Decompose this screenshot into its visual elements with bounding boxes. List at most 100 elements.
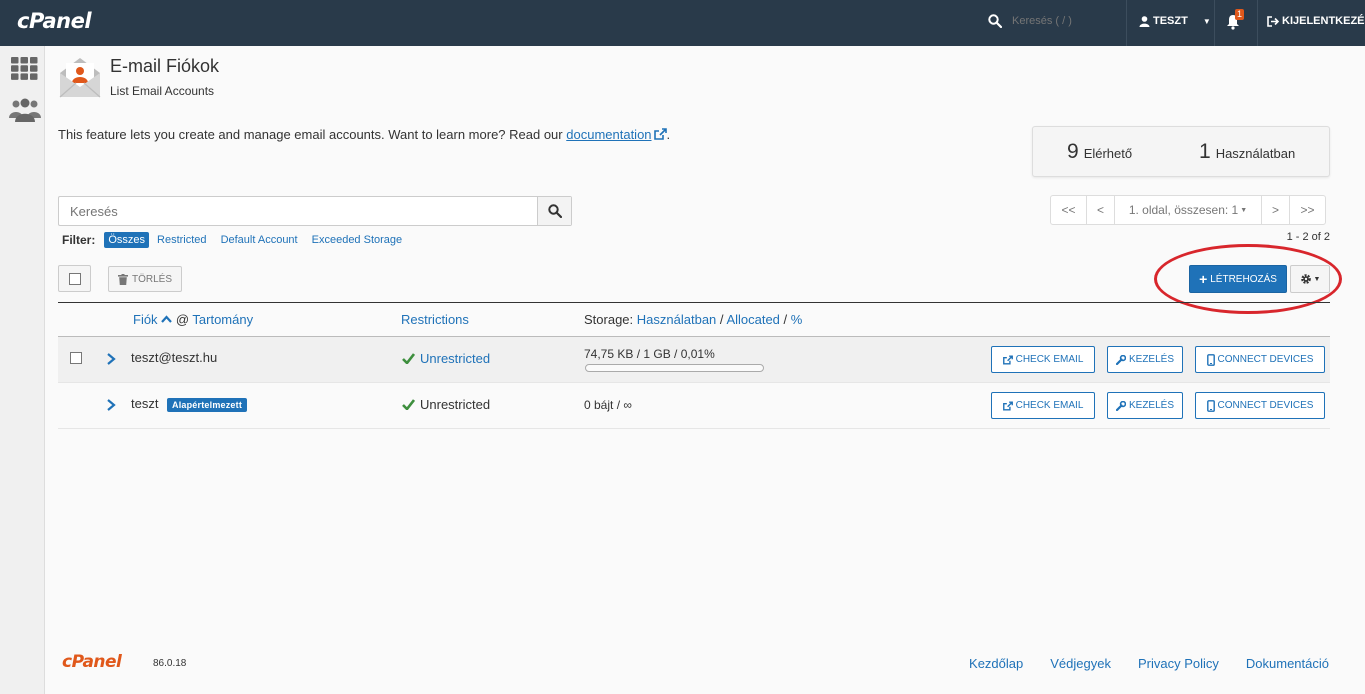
- notification-count-badge: 1: [1235, 9, 1245, 20]
- first-page-button[interactable]: <<: [1050, 195, 1087, 225]
- manage-button[interactable]: KEZELÉS: [1107, 346, 1183, 373]
- mobile-phone-icon: [1206, 353, 1215, 366]
- used-label: Használatban: [1215, 146, 1296, 161]
- checkmark-icon: [402, 353, 415, 364]
- logout-icon: [1267, 15, 1279, 27]
- logout-label: KIJELENTKEZÉS: [1282, 15, 1365, 27]
- storage-percent-sort[interactable]: %: [791, 312, 803, 327]
- wrench-icon: [1115, 354, 1126, 365]
- domain-column-header[interactable]: Tartomány: [192, 312, 253, 327]
- manage-button[interactable]: KEZELÉS: [1107, 392, 1183, 419]
- restrictions-column-header[interactable]: Restrictions: [401, 312, 469, 327]
- chevron-down-icon: ▼: [1313, 275, 1321, 283]
- filter-exceeded-storage[interactable]: Exceeded Storage: [312, 234, 403, 246]
- external-link-icon[interactable]: [653, 128, 667, 140]
- email-accounts-icon: [59, 58, 101, 98]
- sort-ascending-icon: [161, 315, 173, 323]
- account-column-header[interactable]: Fiók @ Tartomány: [133, 312, 253, 327]
- username-label: TESZT: [1153, 15, 1188, 27]
- topbar-divider: [1214, 0, 1215, 46]
- plus-icon: +: [1199, 271, 1208, 287]
- external-link-icon: [1002, 354, 1013, 365]
- chevron-down-icon: ▼: [1240, 206, 1248, 214]
- chevron-down-icon: ▼: [1202, 16, 1211, 26]
- filter-all[interactable]: Összes: [104, 232, 150, 248]
- intro-text: This feature lets you create and manage …: [58, 127, 671, 142]
- email-accounts-table: Fiók @ Tartomány Restrictions Storage: H…: [58, 302, 1330, 429]
- prev-page-button[interactable]: <: [1086, 195, 1115, 225]
- table-row: teszt@teszt.hu Unrestricted 74,75 KB / 1…: [58, 337, 1330, 383]
- search-button[interactable]: [537, 197, 571, 225]
- connect-devices-button[interactable]: CONNECT DEVICES: [1195, 346, 1325, 373]
- mobile-phone-icon: [1206, 399, 1215, 412]
- storage-usage-text: 0 bájt / ∞: [584, 398, 632, 412]
- footer-link-privacy[interactable]: Privacy Policy: [1138, 656, 1219, 671]
- storage-used-sort[interactable]: Használatban: [637, 312, 717, 327]
- select-all-checkbox[interactable]: [58, 265, 91, 292]
- filter-bar: Filter: Összes Restricted Default Accoun…: [62, 232, 402, 248]
- available-stat: 9 Elérhető: [1067, 140, 1132, 164]
- footer-links: Kezdőlap Védjegyek Privacy Policy Dokume…: [969, 656, 1329, 671]
- footer-link-trademarks[interactable]: Védjegyek: [1050, 656, 1111, 671]
- filter-default-account[interactable]: Default Account: [221, 234, 298, 246]
- users-group-icon[interactable]: [9, 98, 41, 122]
- next-page-button[interactable]: >: [1261, 195, 1290, 225]
- table-header: Fiók @ Tartomány Restrictions Storage: H…: [58, 302, 1330, 337]
- documentation-link[interactable]: documentation: [566, 127, 651, 142]
- account-address: teszt@teszt.hu: [131, 350, 218, 365]
- version-number: 86.0.18: [153, 658, 187, 669]
- used-count: 1: [1199, 140, 1211, 163]
- global-search[interactable]: [988, 14, 1122, 28]
- apps-grid-icon[interactable]: [11, 57, 38, 80]
- footer-cpanel-logo: cPanel: [62, 652, 122, 672]
- account-address: teszt: [131, 396, 159, 411]
- storage-column-header: Storage: Használatban / Allocated / %: [584, 312, 803, 327]
- check-email-button[interactable]: CHECK EMAIL: [991, 346, 1095, 373]
- restriction-link[interactable]: Unrestricted: [420, 351, 490, 366]
- chevron-right-icon[interactable]: [105, 350, 117, 368]
- left-sidebar: [0, 46, 45, 694]
- notifications-button[interactable]: 1: [1226, 9, 1246, 33]
- used-stat: 1 Használatban: [1199, 140, 1295, 164]
- filter-label: Filter:: [62, 233, 96, 247]
- account-search-input[interactable]: [59, 197, 538, 225]
- restriction-status[interactable]: Unrestricted: [402, 351, 490, 366]
- pagination: << < 1. oldal, összesen: 1 ▼ > >>: [1050, 195, 1326, 225]
- storage-usage-text: 74,75 KB / 1 GB / 0,01%: [584, 347, 715, 361]
- account-stats-panel: 9 Elérhető 1 Használatban: [1032, 126, 1330, 177]
- create-label: LÉTREHOZÁS: [1210, 273, 1277, 285]
- restriction-label: Unrestricted: [420, 397, 491, 412]
- page-subtitle: List Email Accounts: [110, 84, 215, 98]
- user-menu[interactable]: TESZT ▼: [1139, 15, 1211, 27]
- checkbox-square: [69, 273, 81, 285]
- page-select-label: 1. oldal, összesen: 1: [1128, 203, 1239, 217]
- user-icon: [1139, 15, 1150, 27]
- gear-icon: [1300, 274, 1311, 284]
- filter-restricted[interactable]: Restricted: [157, 234, 207, 246]
- connect-devices-button[interactable]: CONNECT DEVICES: [1195, 392, 1325, 419]
- settings-menu-button[interactable]: ▼: [1290, 265, 1330, 293]
- restriction-status: Unrestricted: [402, 397, 490, 412]
- top-navigation-bar: cPanel TESZT ▼ 1 KIJELENTKEZÉS: [0, 0, 1365, 46]
- chevron-right-icon[interactable]: [105, 396, 117, 414]
- create-button[interactable]: + LÉTREHOZÁS: [1189, 265, 1287, 293]
- row-checkbox[interactable]: [70, 352, 82, 364]
- available-count: 9: [1067, 140, 1079, 163]
- storage-progress-bar: [585, 364, 764, 372]
- global-search-input[interactable]: [1012, 15, 1122, 27]
- last-page-button[interactable]: >>: [1289, 195, 1326, 225]
- trash-icon: [117, 273, 128, 285]
- check-email-button[interactable]: CHECK EMAIL: [991, 392, 1095, 419]
- default-account-badge: Alapértelmezett: [167, 398, 248, 412]
- results-range: 1 - 2 of 2: [1286, 231, 1330, 243]
- topbar-divider: [1257, 0, 1258, 46]
- storage-allocated-sort[interactable]: Allocated: [726, 312, 779, 327]
- table-row: teszt Alapértelmezett Unrestricted 0 báj…: [58, 383, 1330, 429]
- page-select[interactable]: 1. oldal, összesen: 1 ▼: [1114, 195, 1262, 225]
- logout-button[interactable]: KIJELENTKEZÉS: [1267, 15, 1365, 27]
- topbar-divider: [1126, 0, 1127, 46]
- footer-link-home[interactable]: Kezdőlap: [969, 656, 1023, 671]
- footer-link-documentation[interactable]: Dokumentáció: [1246, 656, 1329, 671]
- delete-button[interactable]: TÖRLÉS: [108, 266, 182, 292]
- cpanel-logo[interactable]: cPanel: [17, 9, 92, 33]
